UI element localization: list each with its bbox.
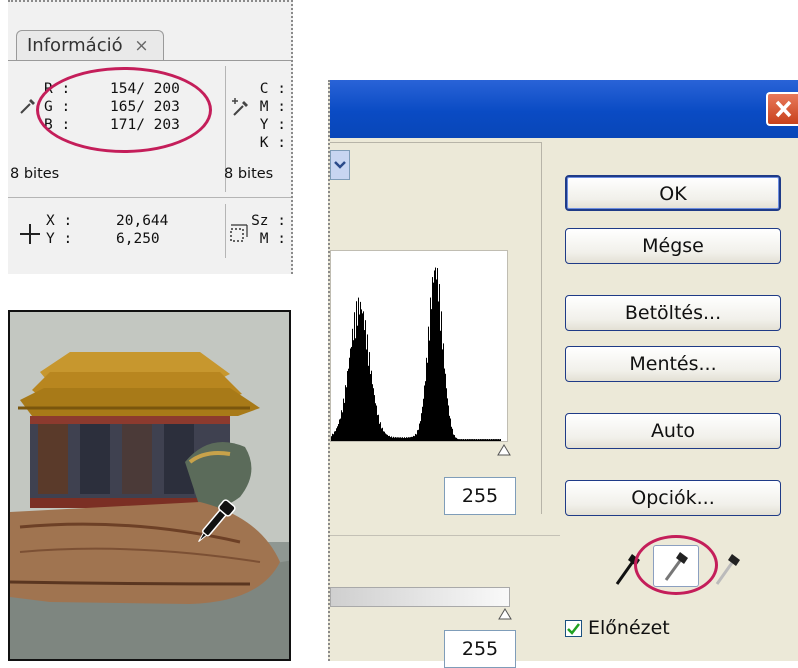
bit-depth-left: 8 bites <box>10 166 60 182</box>
white-output-slider[interactable] <box>498 608 512 620</box>
input-white-field[interactable]: 255 <box>444 477 516 515</box>
m-label: M : <box>259 99 286 115</box>
height-label: M : <box>259 231 286 247</box>
section-divider <box>8 197 291 198</box>
width-label: Sz : <box>251 213 286 229</box>
close-icon <box>775 100 792 118</box>
dialog-titlebar[interactable] <box>330 80 798 138</box>
preview-checkbox[interactable] <box>565 620 582 637</box>
size-labels: Sz : M : <box>250 212 286 248</box>
xy-values: 20,644 6,250 <box>116 212 206 248</box>
close-button[interactable] <box>766 92 798 126</box>
cmyk-labels: C : M : Y : K : <box>250 80 286 152</box>
cancel-button[interactable]: Mégse <box>565 228 781 264</box>
histogram-bars <box>331 267 501 441</box>
selection-size-icon <box>230 224 248 242</box>
c-label: C : <box>259 81 286 97</box>
output-white-field[interactable]: 255 <box>444 630 516 668</box>
highlight-ellipse-dropper <box>634 535 718 595</box>
y-label: Y : <box>46 231 73 247</box>
column-divider-2 <box>225 204 226 258</box>
ok-button[interactable]: OK <box>565 175 781 211</box>
preview-label[interactable]: Előnézet <box>588 617 670 639</box>
panel-header-divider <box>8 60 291 61</box>
bit-depth-right: 8 bites <box>224 166 274 182</box>
y-label: Y : <box>259 117 286 133</box>
output-gradient <box>330 587 510 607</box>
checkmark-icon <box>567 623 580 635</box>
eyedropper-plus-icon <box>232 98 248 116</box>
x-value: 20,644 <box>116 213 169 229</box>
tab-info[interactable]: Információ × <box>16 30 164 60</box>
channel-dropdown[interactable] <box>330 150 350 180</box>
k-label: K : <box>259 135 286 151</box>
auto-button[interactable]: Auto <box>565 413 781 449</box>
histogram <box>330 250 508 442</box>
image-preview[interactable] <box>8 310 291 661</box>
chevron-down-icon <box>334 161 346 169</box>
tab-close-icon[interactable]: × <box>134 36 148 56</box>
x-label: X : <box>46 213 73 229</box>
dragon-boat-image <box>10 312 289 659</box>
xy-labels: X : Y : <box>46 212 80 248</box>
y-value: 6,250 <box>116 231 160 247</box>
tab-label: Információ <box>27 35 123 56</box>
crosshair-icon <box>20 224 40 244</box>
output-divider <box>330 535 560 536</box>
eyedropper-icon <box>20 99 35 114</box>
options-button[interactable]: Opciók... <box>565 480 781 516</box>
load-button[interactable]: Betöltés... <box>565 295 781 331</box>
white-eyedropper-icon[interactable] <box>712 548 744 588</box>
save-button[interactable]: Mentés... <box>565 346 781 382</box>
white-input-slider[interactable] <box>497 444 511 456</box>
highlight-ellipse <box>36 67 212 153</box>
